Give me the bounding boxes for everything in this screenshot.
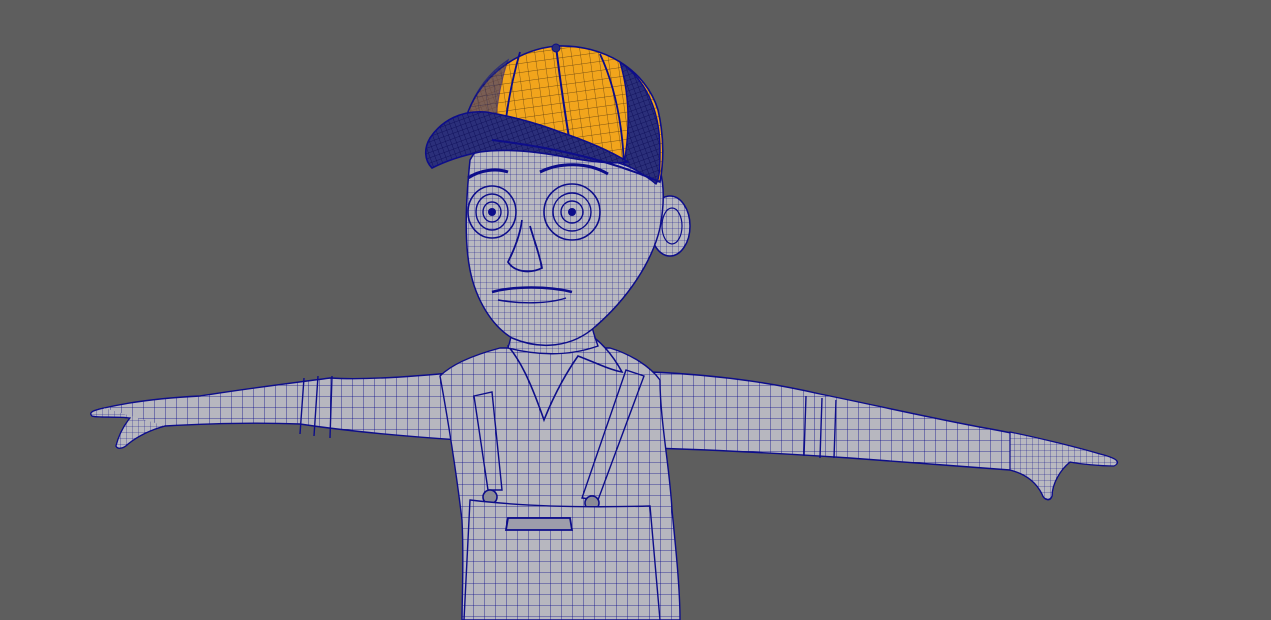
- left-arm: [90, 371, 461, 449]
- right-arm: [649, 371, 1119, 501]
- 3d-viewport[interactable]: [0, 0, 1271, 620]
- right-eye: [543, 183, 601, 241]
- torso: [439, 331, 681, 620]
- character-mesh-icon[interactable]: [0, 0, 1271, 620]
